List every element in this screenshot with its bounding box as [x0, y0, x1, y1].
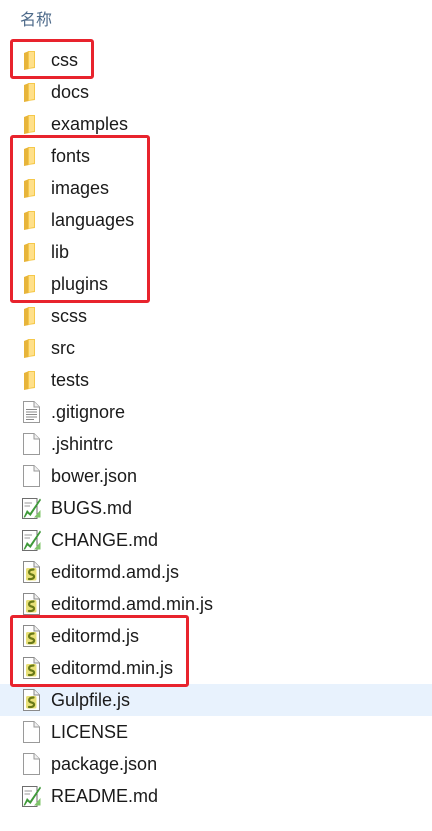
file-name: examples [51, 114, 129, 134]
file-row-src[interactable]: src [0, 332, 432, 364]
file-name: images [51, 178, 110, 198]
file-row-editormd-min-js[interactable]: editormd.min.js [0, 652, 432, 684]
file-row-images[interactable]: images [0, 172, 432, 204]
markdown-file-icon [20, 784, 42, 808]
file-name: Gulpfile.js [51, 690, 131, 710]
file-row-examples[interactable]: examples [0, 108, 432, 140]
folder-icon [20, 336, 42, 360]
blank-file-icon [20, 752, 42, 776]
markdown-file-icon [20, 496, 42, 520]
folder-icon [20, 272, 42, 296]
file-name: src [51, 338, 75, 358]
column-header-name[interactable]: 名称 [20, 6, 52, 30]
file-row-readme-md[interactable]: README.md [0, 780, 432, 812]
file-row-css[interactable]: css [0, 44, 432, 76]
js-file-icon [20, 560, 42, 584]
folder-icon [20, 144, 42, 168]
file-name: languages [51, 210, 135, 230]
file-name: fonts [51, 146, 91, 166]
file-row-lib[interactable]: lib [0, 236, 432, 268]
file-name: plugins [51, 274, 109, 294]
file-row-bugs-md[interactable]: BUGS.md [0, 492, 432, 524]
blank-file-icon [20, 432, 42, 456]
column-header: 名称 ^ [0, 0, 432, 32]
folder-icon [20, 112, 42, 136]
folder-icon [20, 240, 42, 264]
file-row-editormd-js[interactable]: editormd.js [0, 620, 432, 652]
file-name: README.md [51, 786, 159, 806]
file-name: CHANGE.md [51, 530, 159, 550]
file-row-fonts[interactable]: fonts [0, 140, 432, 172]
folder-icon [20, 176, 42, 200]
file-row-bower-json[interactable]: bower.json [0, 460, 432, 492]
text-file-icon [20, 400, 42, 424]
folder-icon [20, 208, 42, 232]
file-row-package-json[interactable]: package.json [0, 748, 432, 780]
file-name: bower.json [51, 466, 138, 486]
file-list: css docs examples fonts images languages lib pl… [0, 44, 432, 812]
file-name: BUGS.md [51, 498, 133, 518]
file-row-gitignore[interactable]: .gitignore [0, 396, 432, 428]
file-row-languages[interactable]: languages [0, 204, 432, 236]
file-row-gulpfile-js[interactable]: Gulpfile.js [0, 684, 432, 716]
file-row-jshintrc[interactable]: .jshintrc [0, 428, 432, 460]
file-row-docs[interactable]: docs [0, 76, 432, 108]
file-row-editormd-amd-min-js[interactable]: editormd.amd.min.js [0, 588, 432, 620]
file-row-tests[interactable]: tests [0, 364, 432, 396]
folder-icon [20, 368, 42, 392]
file-name: editormd.amd.min.js [51, 594, 214, 614]
js-file-icon [20, 592, 42, 616]
js-file-icon [20, 688, 42, 712]
file-name: editormd.min.js [51, 658, 174, 678]
file-name: css [51, 50, 78, 70]
blank-file-icon [20, 720, 42, 744]
js-file-icon [20, 656, 42, 680]
folder-icon [20, 80, 42, 104]
file-name: LICENSE [51, 722, 129, 742]
file-name: tests [51, 370, 90, 390]
folder-icon [20, 48, 42, 72]
file-row-plugins[interactable]: plugins [0, 268, 432, 300]
blank-file-icon [20, 464, 42, 488]
markdown-file-icon [20, 528, 42, 552]
file-name: lib [51, 242, 70, 262]
file-name: .gitignore [51, 402, 126, 422]
file-row-change-md[interactable]: CHANGE.md [0, 524, 432, 556]
file-row-scss[interactable]: scss [0, 300, 432, 332]
file-name: .jshintrc [51, 434, 114, 454]
file-row-editormd-amd-js[interactable]: editormd.amd.js [0, 556, 432, 588]
file-name: editormd.js [51, 626, 140, 646]
file-name: docs [51, 82, 90, 102]
file-name: package.json [51, 754, 158, 774]
sort-ascending-icon: ^ [226, 0, 232, 5]
folder-icon [20, 304, 42, 328]
file-row-license[interactable]: LICENSE [0, 716, 432, 748]
file-name: scss [51, 306, 87, 326]
file-name: editormd.amd.js [51, 562, 180, 582]
js-file-icon [20, 624, 42, 648]
